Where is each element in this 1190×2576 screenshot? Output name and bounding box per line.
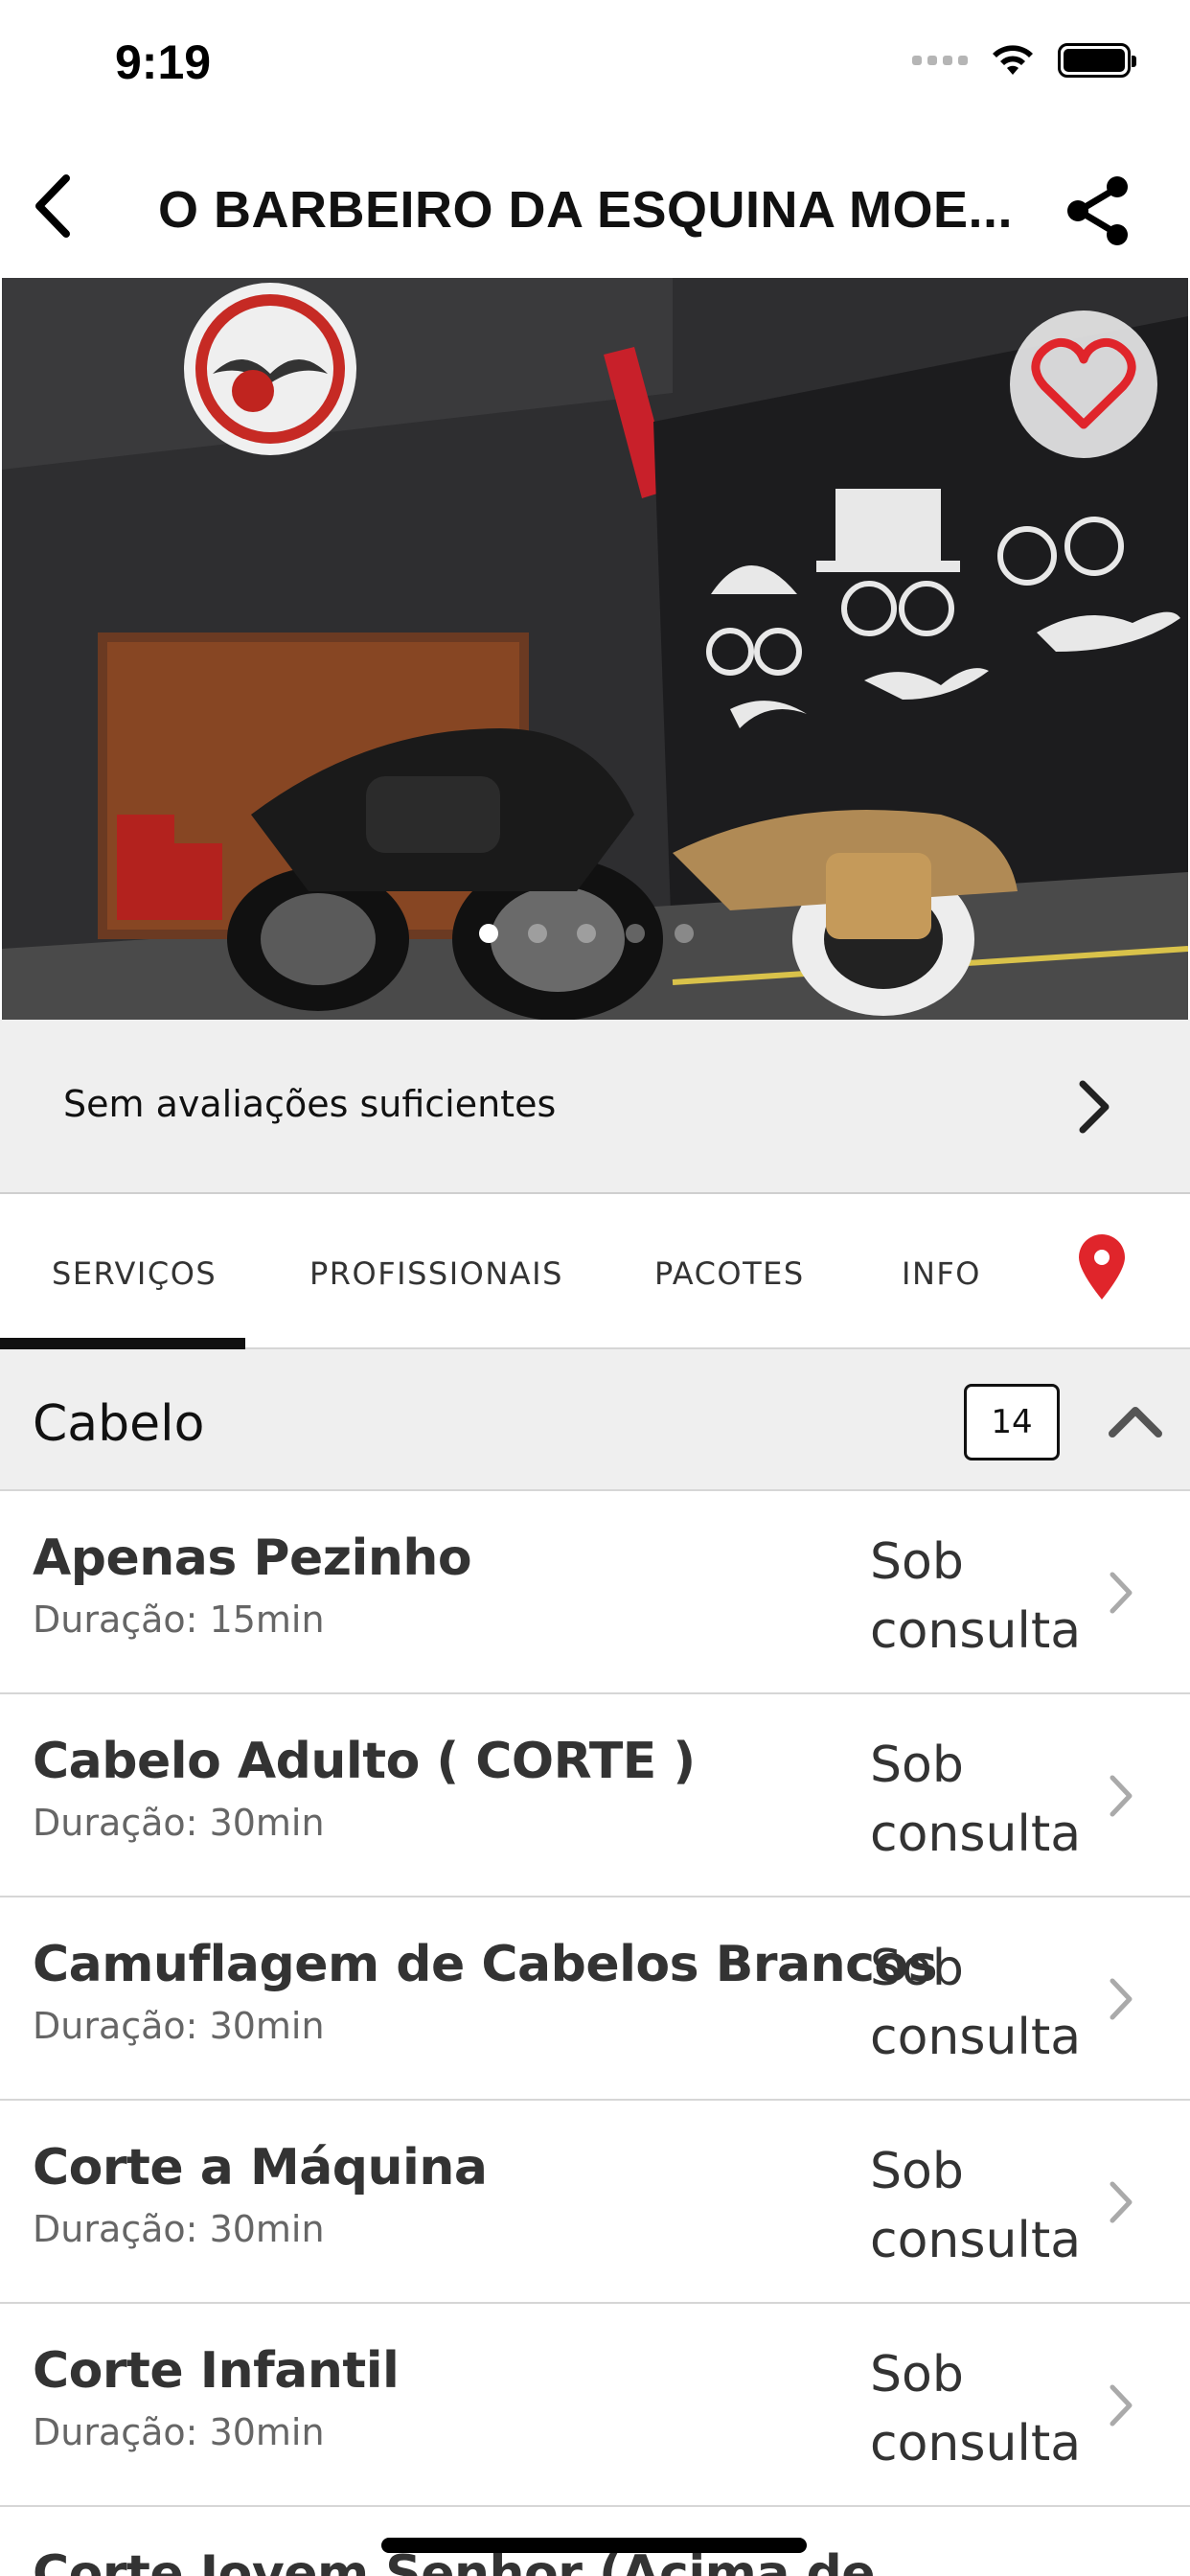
chevron-right-icon bbox=[1102, 1767, 1140, 1825]
tab-bar: SERVIÇOS PROFISSIONAIS PACOTES INFO bbox=[0, 1194, 1190, 1349]
service-price: Sob consulta bbox=[870, 2143, 1082, 2269]
service-list: Apenas Pezinho Duração: 15min Sob consult… bbox=[0, 1491, 1190, 2576]
service-price: Sob consulta bbox=[870, 1940, 1082, 2066]
service-duration: Duração: 30min bbox=[33, 2005, 325, 2047]
chevron-right-icon bbox=[1102, 1970, 1140, 2028]
chevron-left-icon bbox=[35, 174, 70, 238]
service-item[interactable]: Corte a Máquina Duração: 30min Sob consul… bbox=[0, 2101, 1190, 2304]
tab-profissionais[interactable]: PROFISSIONAIS bbox=[309, 1255, 563, 1292]
tab-info[interactable]: INFO bbox=[902, 1255, 981, 1292]
reviews-summary: Sem avaliações suficientes bbox=[63, 1083, 557, 1125]
service-item[interactable]: Apenas Pezinho Duração: 15min Sob consult… bbox=[0, 1491, 1190, 1694]
service-name: Apenas Pezinho bbox=[33, 1530, 472, 1587]
service-item[interactable]: Cabelo Adulto ( CORTE ) Duração: 30min S… bbox=[0, 1694, 1190, 1898]
carousel-page-indicator bbox=[479, 924, 694, 943]
service-price: Sob consulta bbox=[870, 1736, 1082, 1863]
battery-icon bbox=[1058, 43, 1136, 78]
service-duration: Duração: 30min bbox=[33, 1802, 325, 1844]
tab-pacotes[interactable]: PACOTES bbox=[654, 1255, 805, 1292]
chevron-right-icon bbox=[1102, 2377, 1140, 2434]
share-button[interactable] bbox=[1060, 172, 1136, 249]
service-price: Sob consulta bbox=[870, 1533, 1082, 1660]
service-item[interactable]: Corte Infantil Duração: 30min Sob consult… bbox=[0, 2304, 1190, 2507]
active-tab-indicator bbox=[0, 1338, 245, 1349]
status-time: 9:19 bbox=[115, 35, 212, 89]
carousel-dot[interactable] bbox=[577, 924, 596, 943]
service-name: Cabelo Adulto ( CORTE ) bbox=[33, 1733, 696, 1790]
carousel-dot[interactable] bbox=[675, 924, 694, 943]
back-button[interactable] bbox=[19, 172, 86, 240]
collapse-toggle[interactable] bbox=[1102, 1392, 1169, 1449]
chevron-right-icon bbox=[1102, 1564, 1140, 1622]
service-item[interactable]: Camuflagem de Cabelos Brancos Duração: 3… bbox=[0, 1898, 1190, 2101]
reviews-row[interactable]: Sem avaliações suficientes bbox=[0, 1020, 1190, 1194]
tab-servicos[interactable]: SERVIÇOS bbox=[52, 1255, 217, 1292]
status-bar: 9:19 bbox=[0, 0, 1190, 134]
service-duration: Duração: 15min bbox=[33, 1598, 325, 1641]
home-indicator[interactable] bbox=[381, 2538, 807, 2553]
chevron-right-icon bbox=[1065, 1073, 1123, 1140]
service-name: Corte Infantil bbox=[33, 2342, 400, 2400]
favorite-button[interactable] bbox=[1010, 310, 1157, 458]
chevron-right-icon bbox=[1102, 2174, 1140, 2231]
cellular-signal-icon bbox=[912, 56, 968, 65]
status-icons bbox=[912, 42, 1136, 79]
map-pin-icon[interactable] bbox=[1073, 1234, 1131, 1301]
hero-image-carousel[interactable] bbox=[2, 278, 1188, 1020]
chevron-up-icon bbox=[1109, 1407, 1162, 1438]
service-duration: Duração: 30min bbox=[33, 2411, 325, 2453]
wifi-icon bbox=[993, 45, 1033, 75]
heart-icon bbox=[1031, 337, 1136, 429]
service-price: Sob consulta bbox=[870, 2346, 1082, 2472]
page-title: O BARBEIRO DA ESQUINA MOE... bbox=[158, 181, 1014, 239]
category-header[interactable]: Cabelo 14 bbox=[0, 1349, 1190, 1491]
service-name: Corte a Máquina bbox=[33, 2139, 488, 2196]
service-name: Camuflagem de Cabelos Brancos bbox=[33, 1936, 938, 1993]
share-icon bbox=[1067, 176, 1128, 245]
category-count-badge: 14 bbox=[964, 1384, 1060, 1460]
carousel-dot[interactable] bbox=[626, 924, 645, 943]
category-title: Cabelo bbox=[33, 1395, 205, 1453]
carousel-dot[interactable] bbox=[479, 924, 498, 943]
navigation-bar: O BARBEIRO DA ESQUINA MOE... bbox=[0, 134, 1190, 278]
service-duration: Duração: 30min bbox=[33, 2208, 325, 2250]
carousel-dot[interactable] bbox=[528, 924, 547, 943]
